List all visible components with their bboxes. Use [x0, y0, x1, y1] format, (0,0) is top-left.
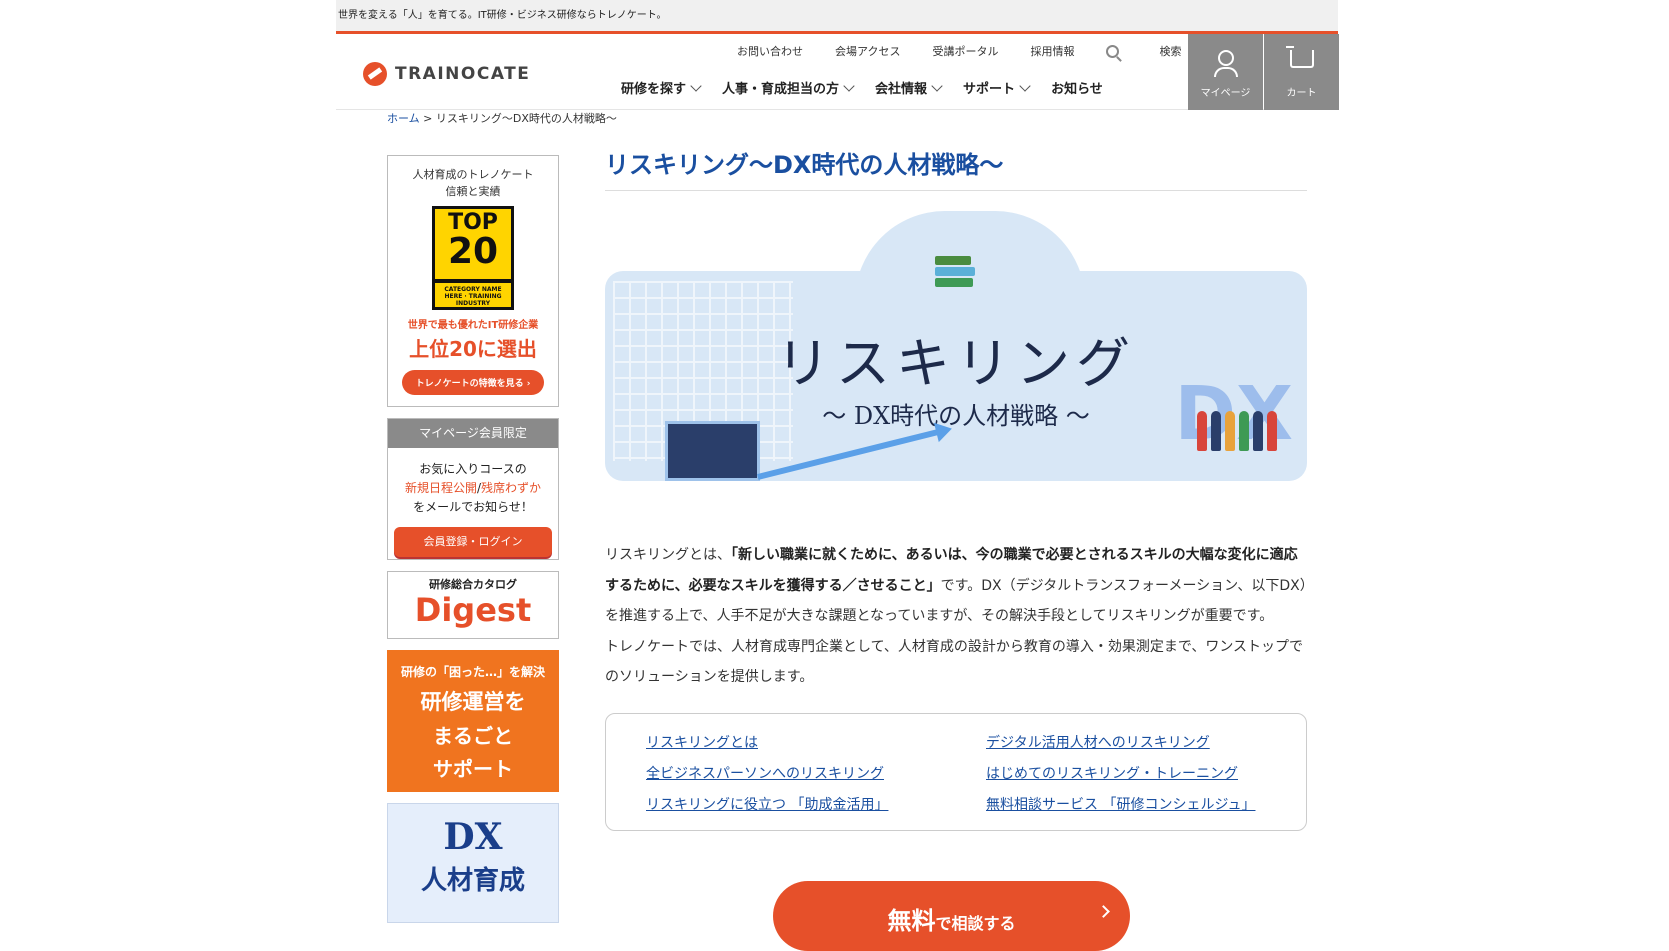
breadcrumb-current: リスキリング〜DX時代の人材戦略〜 — [435, 112, 617, 125]
anchor-link[interactable]: デジタル活用人材へのリスキリング — [986, 728, 1255, 759]
nav-label: 会社情報 — [875, 82, 928, 97]
anchor-link[interactable]: リスキリングとは — [646, 728, 888, 759]
badge-number: 20 — [447, 231, 499, 272]
page-title: リスキリング〜DX時代の人材戦略〜 — [605, 145, 1307, 191]
cart-icon — [1285, 46, 1314, 68]
person-icon — [1213, 50, 1238, 77]
chevron-right-icon — [1097, 905, 1110, 918]
site-header: TRAINOCATE お問い合わせ 会場アクセス 受講ポータル 採用情報 検索 … — [336, 34, 1339, 110]
breadcrumb-separator: > — [419, 112, 436, 125]
support-line: サポート — [433, 757, 513, 781]
cta-big: 無料 — [887, 907, 936, 935]
main-content: リスキリング〜DX時代の人材戦略〜 リスキリング 〜 DX時代の人材戦略 〜 D… — [605, 145, 1307, 951]
cart-label: カート — [1286, 88, 1317, 99]
banner-top20[interactable]: 人材育成のトレノケート 信頼と実績 TOP 20 CATEGORY NAME H… — [387, 155, 559, 407]
banner-member: マイページ会員限定 お気に入りコースの 新規日程公開/残席わずか をメールでお知… — [387, 418, 559, 560]
digest-title: Digest — [414, 591, 532, 629]
support-head: 研修運営を — [420, 690, 526, 714]
anchor-links-right: デジタル活用人材へのリスキリング はじめてのリスキリング・トレーニング 無料相談… — [986, 728, 1255, 821]
intro-paragraph: リスキリングとは、「新しい職業に就くために、あるいは、今の職業で必要とされるスキ… — [605, 540, 1307, 632]
badge-footer: CATEGORY NAME HERE · TRAINING INDUSTRY — [432, 282, 514, 310]
nav-item-courses[interactable]: 研修を探す — [621, 78, 702, 97]
utility-nav: お問い合わせ 会場アクセス 受講ポータル 採用情報 検索 — [737, 43, 1213, 59]
member-banner-head: マイページ会員限定 — [388, 419, 558, 448]
nav-label: 人事・育成担当の方 — [722, 82, 840, 97]
features-button[interactable]: トレノケートの特徴を見る › — [401, 370, 545, 395]
anchor-links-box: リスキリングとは 全ビジネスパーソンへのリスキリング リスキリングに役立つ 「助… — [605, 712, 1307, 831]
banner-digest[interactable]: 研修総合カタログ Digest — [387, 571, 559, 639]
anchor-link[interactable]: 無料相談サービス 「研修コンシェルジュ」 — [986, 790, 1255, 821]
banner-red-text: 世界で最も優れたIT研修企業 — [407, 320, 539, 331]
anchor-link[interactable]: リスキリングに役立つ 「助成金活用」 — [646, 790, 888, 821]
sidebar: 人材育成のトレノケート 信頼と実績 TOP 20 CATEGORY NAME H… — [387, 155, 559, 934]
util-link-recruit[interactable]: 採用情報 — [1030, 43, 1074, 59]
dx-sub: 人材育成 — [420, 866, 525, 896]
util-link-access[interactable]: 会場アクセス — [835, 43, 900, 59]
banner-caption: 信頼と実績 — [445, 185, 501, 198]
top20-badge: TOP 20 — [432, 206, 514, 282]
member-text-orange: 新規日程公開/残席わずか — [388, 479, 558, 498]
people-illustration — [1197, 411, 1277, 451]
tagline-bar: 世界を変える「人」を育てる。IT研修・ビジネス研修ならトレノケート。 — [336, 0, 1338, 31]
free-consult-button[interactable]: 無料で相談する — [773, 881, 1130, 951]
cart-button[interactable]: カート — [1264, 34, 1339, 110]
member-banner-body: お気に入りコースの 新規日程公開/残席わずか をメールでお知らせ！ 会員登録・ロ… — [388, 448, 558, 557]
support-line: まるごと — [433, 724, 513, 748]
support-sub: 研修の「困った…」を解決 — [400, 665, 545, 679]
banner-caption: 人材育成のトレノケート — [412, 168, 534, 181]
nav-item-news[interactable]: お知らせ — [1051, 78, 1103, 97]
dx-text: DX — [443, 816, 503, 858]
mypage-button[interactable]: マイページ — [1188, 34, 1263, 110]
global-nav: 研修を探す 人事・育成担当の方 会社情報 サポート お知らせ — [621, 78, 1125, 97]
chevron-down-icon — [1019, 79, 1031, 92]
chevron-down-icon — [843, 79, 855, 92]
books-icon — [935, 256, 975, 294]
orange-text: 残席わずか — [481, 481, 542, 495]
chevron-down-icon — [931, 79, 943, 92]
banner-support[interactable]: 研修の「困った…」を解決 研修運営を まるごと サポート — [387, 650, 559, 792]
nav-label: サポート — [963, 82, 1016, 97]
intro-text: リスキリングとは、「新しい職業に就くために、あるいは、今の職業で必要とされるスキ… — [605, 540, 1307, 693]
search-label: 検索 — [1159, 45, 1182, 58]
nav-item-hr[interactable]: 人事・育成担当の方 — [722, 78, 855, 97]
register-login-button[interactable]: 会員登録・ログイン — [394, 527, 552, 557]
anchor-link[interactable]: はじめてのリスキリング・トレーニング — [986, 759, 1255, 790]
page-frame: 世界を変える「人」を育てる。IT研修・ビジネス研修ならトレノケート。 TRAIN… — [336, 0, 1339, 951]
breadcrumb-home[interactable]: ホーム — [387, 112, 420, 125]
orange-text: 新規日程公開 — [404, 481, 477, 495]
mypage-label: マイページ — [1200, 88, 1251, 99]
member-text: お気に入りコースの — [419, 462, 527, 476]
nav-item-support[interactable]: サポート — [963, 78, 1031, 97]
cta-small: で相談する — [935, 914, 1016, 933]
util-link-contact[interactable]: お問い合わせ — [737, 43, 803, 59]
banner-dx[interactable]: DX 人材育成 — [387, 803, 559, 923]
chevron-down-icon — [690, 79, 702, 92]
intro-paragraph: トレノケートでは、人材育成専門企業として、人材育成の設計から教育の導入・効果測定… — [605, 638, 1304, 686]
logo-text: TRAINOCATE — [395, 64, 531, 84]
presentation-screen-icon — [665, 421, 760, 481]
hero-image: リスキリング 〜 DX時代の人材戦略 〜 DX — [605, 211, 1307, 516]
nav-item-company[interactable]: 会社情報 — [875, 78, 943, 97]
breadcrumb: ホーム > リスキリング〜DX時代の人材戦略〜 — [387, 110, 617, 126]
banner-red-headline: 上位20に選出 — [409, 337, 537, 361]
search-icon — [1106, 44, 1120, 58]
member-text: をメールでお知らせ！ — [413, 500, 533, 514]
logo[interactable]: TRAINOCATE — [363, 62, 530, 86]
intro-text-a: リスキリングとは、 — [605, 547, 731, 563]
anchor-links-left: リスキリングとは 全ビジネスパーソンへのリスキリング リスキリングに役立つ 「助… — [646, 728, 888, 821]
nav-label: お知らせ — [1051, 82, 1103, 97]
digest-small: 研修総合カタログ — [429, 578, 517, 591]
nav-label: 研修を探す — [621, 82, 687, 97]
tagline: 世界を変える「人」を育てる。IT研修・ビジネス研修ならトレノケート。 — [338, 10, 667, 21]
anchor-link[interactable]: 全ビジネスパーソンへのリスキリング — [646, 759, 888, 790]
logo-mark-icon — [363, 62, 387, 86]
util-link-portal[interactable]: 受講ポータル — [932, 43, 998, 59]
